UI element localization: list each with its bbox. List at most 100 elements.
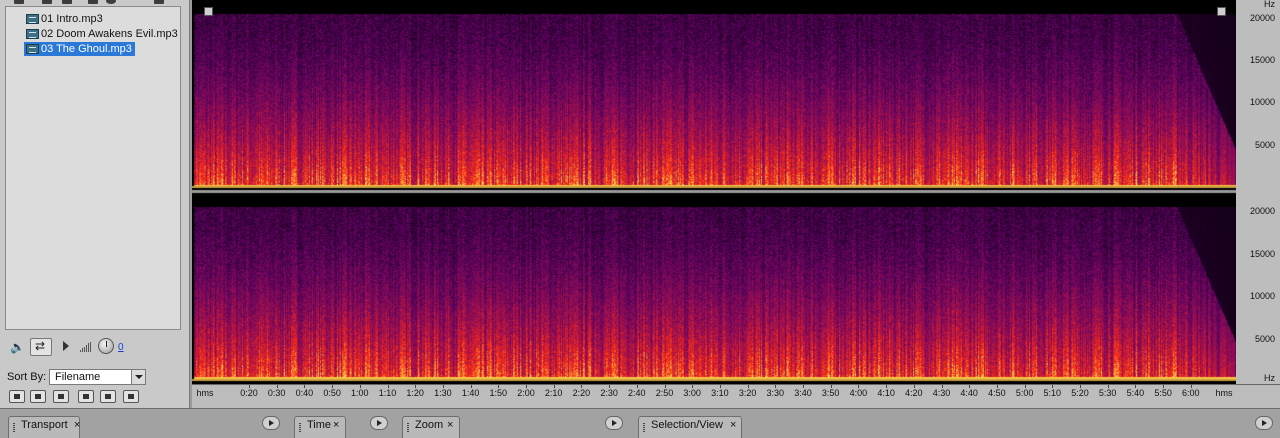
panel-menu-icon[interactable] <box>605 416 623 430</box>
ruler-tick-label: 5:20 <box>1071 388 1089 398</box>
chevron-down-icon[interactable] <box>131 370 145 384</box>
insert-icon[interactable] <box>62 0 72 4</box>
time-ruler[interactable]: hms hms 0:20 0:30 0:40 0:50 1:00 1:10 1:20 1:30… <box>192 384 1280 408</box>
audio-file-icon <box>26 44 39 54</box>
tab-zoom-label: Zoom <box>415 419 444 431</box>
ruler-tick-label: 3:30 <box>766 388 785 398</box>
volume-level-icon <box>80 342 94 352</box>
file-name: 01 Intro.mp3 <box>41 13 103 25</box>
ruler-tick-label: 6:00 <box>1182 388 1200 398</box>
files-panel: 01 Intro.mp3 02 Doom Awakens Evil.mp3 03… <box>0 0 190 408</box>
ruler-tick-label: 0:30 <box>267 388 286 398</box>
ruler-tick-label: 1:10 <box>378 388 397 398</box>
autoplay-icon[interactable] <box>106 0 116 4</box>
ruler-tick-label: 1:30 <box>434 388 452 398</box>
show-audio-icon[interactable] <box>30 390 46 403</box>
file-name: 03 The Ghoul.mp3 <box>41 43 132 55</box>
ruler-tick-label: 1:00 <box>351 388 369 398</box>
frequency-axis: Hz 20000 15000 10000 5000 20000 15000 10… <box>1236 0 1280 384</box>
ruler-tick-label: 2:10 <box>544 388 563 398</box>
close-file-icon[interactable] <box>42 0 52 4</box>
hz-label-15000-lower: 15000 <box>1249 249 1275 259</box>
sort-select[interactable]: Filename <box>49 369 146 385</box>
file-list: 01 Intro.mp3 02 Doom Awakens Evil.mp3 03… <box>5 6 181 330</box>
ruler-tick-label: 2:50 <box>655 388 674 398</box>
audio-file-icon <box>26 14 39 24</box>
tab-selection-view-label: Selection/View <box>651 419 723 431</box>
file-item-02-doom-awakens-evil[interactable]: 02 Doom Awakens Evil.mp3 <box>24 27 181 41</box>
ruler-tick-label: 4:10 <box>877 388 895 398</box>
ruler-tick-label: 5:10 <box>1043 388 1062 398</box>
ruler-tick-label: 3:40 <box>794 388 812 398</box>
sort-row: Sort By: Filename <box>7 369 183 387</box>
panel-grip-icon <box>643 423 645 432</box>
close-icon[interactable]: × <box>74 419 80 431</box>
ruler-tick-label: 3:00 <box>683 388 701 398</box>
ruler-tick-label: 5:40 <box>1126 388 1145 398</box>
ruler-tick-label: 4:30 <box>932 388 951 398</box>
loop-button[interactable] <box>30 338 52 356</box>
ruler-tick-label: 0:20 <box>240 388 258 398</box>
show-midi-icon[interactable] <box>78 390 94 403</box>
ruler-tick-label: 1:20 <box>406 388 424 398</box>
hz-unit-bottom: Hz <box>1264 373 1275 383</box>
ruler-tick-label: 3:50 <box>821 388 840 398</box>
hz-label-20000-lower: 20000 <box>1249 206 1275 216</box>
ruler-tick-label: 0:40 <box>295 388 314 398</box>
close-icon[interactable]: × <box>333 419 339 431</box>
panel-menu-icon[interactable] <box>370 416 388 430</box>
zoom-corner-right-icon[interactable] <box>1217 7 1226 16</box>
panel-menu-icon[interactable] <box>262 416 280 430</box>
ruler-tick-label: 1:40 <box>461 388 480 398</box>
file-name: 02 Doom Awakens Evil.mp3 <box>41 28 178 40</box>
tab-time[interactable]: Time × <box>294 416 346 438</box>
ruler-tick-label: 5:00 <box>1015 388 1034 398</box>
ruler-unit-left: hms <box>196 388 214 398</box>
ruler-tick-label: 4:40 <box>960 388 978 398</box>
audio-file-icon <box>26 29 39 39</box>
ruler-tick-label: 5:30 <box>1098 388 1117 398</box>
sort-label: Sort By: <box>7 371 47 383</box>
volume-knob[interactable] <box>98 338 114 354</box>
volume-value[interactable]: 0 <box>118 342 124 353</box>
spectral-view: Hz 20000 15000 10000 5000 20000 15000 10… <box>192 0 1280 408</box>
ruler-tick-label: 4:20 <box>905 388 923 398</box>
hz-unit-top: Hz <box>1264 0 1275 9</box>
ruler-tick-label: 5:50 <box>1154 388 1172 398</box>
ruler-unit-right: hms <box>1215 388 1233 398</box>
show-video-icon[interactable] <box>53 390 69 403</box>
show-file-type-icon[interactable] <box>9 390 25 403</box>
audition-window: 01 Intro.mp3 02 Doom Awakens Evil.mp3 03… <box>0 0 1280 438</box>
tab-zoom[interactable]: Zoom × <box>402 416 460 438</box>
full-paths-icon[interactable] <box>123 390 139 403</box>
import-icon[interactable] <box>14 0 24 4</box>
show-loops-icon[interactable] <box>100 390 116 403</box>
ruler-tick-label: 2:20 <box>572 388 591 398</box>
options-icon[interactable] <box>154 0 164 4</box>
tab-transport[interactable]: Transport × <box>8 416 80 438</box>
zoom-corner-left-icon[interactable] <box>204 7 213 16</box>
close-icon[interactable]: × <box>730 419 736 431</box>
hz-label-10000: 10000 <box>1249 97 1275 107</box>
file-item-03-the-ghoul[interactable]: 03 The Ghoul.mp3 <box>24 42 135 56</box>
files-bottom-toolbar <box>7 390 183 404</box>
hz-label-10000-lower: 10000 <box>1249 291 1275 301</box>
tab-selection-view[interactable]: Selection/View × <box>638 416 742 438</box>
play-icon[interactable] <box>63 341 69 351</box>
speaker-icon[interactable]: 🔈 <box>10 341 25 353</box>
hz-label-15000: 15000 <box>1249 55 1275 65</box>
ruler-tick-label: 3:20 <box>738 388 757 398</box>
docked-panels: Transport × Time × Zoom × Selection/View… <box>0 408 1280 438</box>
panel-menu-icon[interactable] <box>1255 416 1273 430</box>
close-icon[interactable]: × <box>447 419 453 431</box>
hz-label-5000: 5000 <box>1254 140 1275 150</box>
ruler-tick-label: 4:00 <box>849 388 868 398</box>
panel-grip-icon <box>407 423 409 432</box>
panel-grip-icon <box>299 423 301 432</box>
ruler-tick-label: 3:10 <box>711 388 729 398</box>
spectrogram-canvas[interactable] <box>192 0 1280 384</box>
file-item-01-intro[interactable]: 01 Intro.mp3 <box>24 12 106 26</box>
hz-label-5000-lower: 5000 <box>1254 334 1275 344</box>
edit-file-icon[interactable] <box>88 0 98 4</box>
sort-selected-value: Filename <box>55 371 101 383</box>
